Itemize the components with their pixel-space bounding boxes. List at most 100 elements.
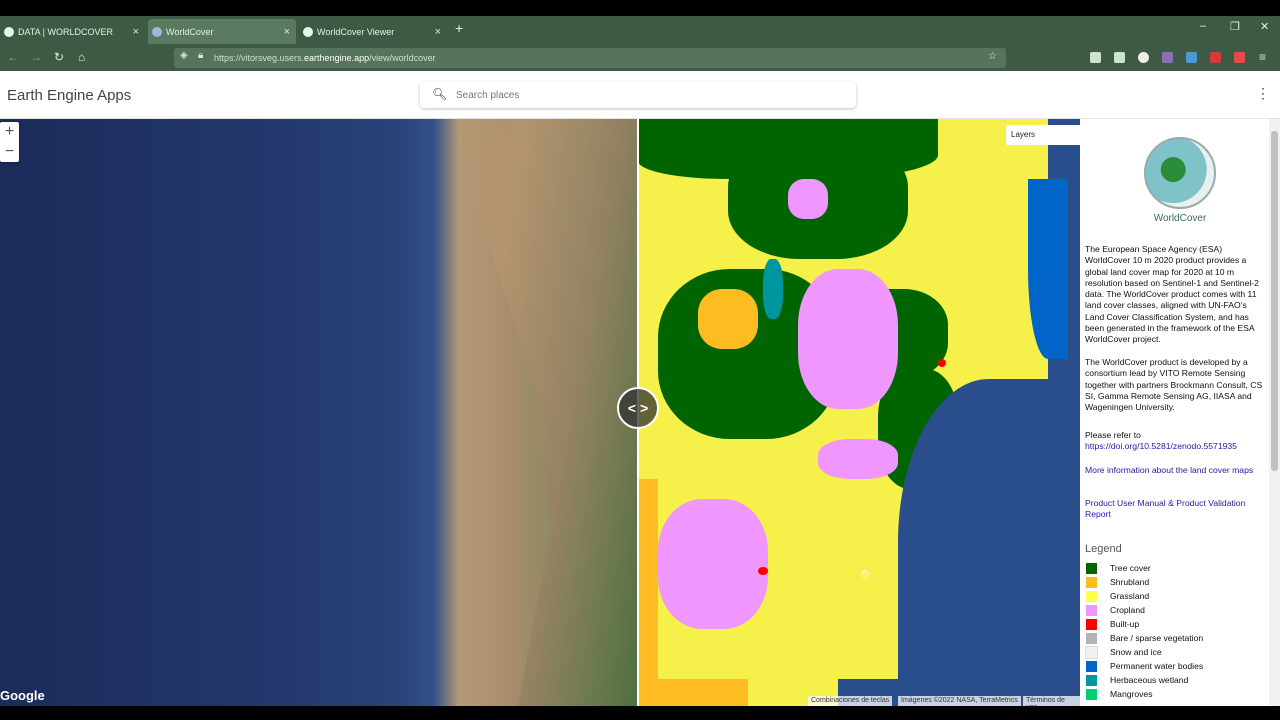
- description-paragraph-1: The European Space Agency (ESA) WorldCov…: [1085, 244, 1259, 345]
- legend-item: Herbaceous wetland: [1086, 674, 1188, 686]
- scrollbar-thumb[interactable]: [1271, 131, 1278, 471]
- legend-label: Permanent water bodies: [1110, 661, 1204, 671]
- pocket-icon[interactable]: [1090, 52, 1101, 63]
- extension-red-icon[interactable]: [1234, 52, 1245, 63]
- earth-engine-icon: [152, 26, 162, 37]
- split-handle[interactable]: < >: [617, 387, 659, 429]
- new-tab-button[interactable]: +: [455, 20, 463, 36]
- address-bar[interactable]: ◈ 🔒︎ https://vitorsveg.users. earthengin…: [174, 48, 1006, 68]
- search-icon: 🔍︎: [432, 87, 448, 101]
- more-info-link[interactable]: More information about the land cover ma…: [1085, 465, 1267, 476]
- doi-link[interactable]: https://doi.org/10.5281/zenodo.5571935: [1085, 441, 1267, 452]
- tab-worldcover[interactable]: WorldCover ×: [148, 19, 296, 44]
- extension-blue-icon[interactable]: [1186, 52, 1197, 63]
- adblock-icon[interactable]: [1210, 52, 1221, 63]
- tab-label: WorldCover: [166, 26, 214, 37]
- legend-swatch: [1086, 576, 1097, 588]
- extension-c-icon[interactable]: [1138, 52, 1149, 63]
- tab-data-worldcover[interactable]: DATA | WORLDCOVER ×: [0, 19, 145, 44]
- reload-icon[interactable]: ↻: [54, 50, 64, 64]
- worldcover-map-layer[interactable]: [638, 119, 1080, 706]
- bookmark-star-icon[interactable]: ☆: [988, 51, 997, 62]
- legend-item: Grassland: [1086, 590, 1149, 602]
- url-host: earthengine.app: [304, 53, 370, 63]
- close-icon[interactable]: ×: [435, 26, 441, 38]
- satellite-map-layer[interactable]: [0, 119, 650, 706]
- description-paragraph-2: The WorldCover product is developed by a…: [1085, 357, 1263, 413]
- panel-scrollbar[interactable]: [1269, 119, 1280, 706]
- legend-item: Bare / sparse vegetation: [1086, 632, 1203, 644]
- url-suffix: /view/worldcover: [369, 53, 436, 63]
- legend-label: Built-up: [1110, 619, 1140, 629]
- maximize-button[interactable]: ❐: [1230, 20, 1240, 33]
- refer-label: Please refer to: [1085, 430, 1141, 440]
- legend-swatch: [1086, 674, 1097, 686]
- legend-label: Herbaceous wetland: [1110, 675, 1189, 685]
- terms-of-use-link[interactable]: Términos de uso: [1023, 696, 1080, 706]
- legend-swatch: [1086, 604, 1097, 616]
- tab-label: WorldCover Viewer: [317, 26, 395, 37]
- legend-item: Cropland: [1086, 604, 1145, 616]
- tab-label: DATA | WORLDCOVER: [18, 26, 114, 37]
- legend-title: Legend: [1085, 543, 1122, 555]
- legend-swatch: [1086, 632, 1097, 644]
- legend-item: Built-up: [1086, 618, 1139, 630]
- screen-top-bar: [0, 0, 1280, 16]
- close-icon[interactable]: ×: [133, 26, 139, 38]
- forward-arrow-icon[interactable]: →: [30, 50, 42, 64]
- minimize-button[interactable]: –: [1200, 20, 1206, 32]
- imagery-attribution: Imágenes ©2022 NASA, TerraMetrics: [898, 696, 1021, 706]
- legend-item: Snow and ice: [1085, 645, 1162, 659]
- legend-swatch: [1086, 562, 1097, 574]
- legend-label: Bare / sparse vegetation: [1110, 633, 1204, 643]
- logo-text: WorldCover: [1153, 213, 1207, 224]
- legend-item: Permanent water bodies: [1086, 660, 1203, 672]
- legend-label: Shrubland: [1110, 577, 1150, 587]
- hamburger-menu-icon[interactable]: ≡: [1259, 50, 1266, 64]
- shield-icon[interactable]: ◈: [180, 50, 188, 61]
- screen-bottom-bar: [0, 706, 1280, 720]
- app-header: Earth Engine Apps 🔍︎ ⋮: [0, 71, 1280, 119]
- manual-link[interactable]: Product User Manual & Product Validation…: [1085, 498, 1267, 521]
- legend-label: Tree cover: [1110, 563, 1151, 573]
- google-logo: Google: [0, 688, 45, 703]
- more-vert-icon[interactable]: ⋮: [1256, 85, 1270, 102]
- zoom-control: + −: [0, 122, 19, 162]
- home-icon[interactable]: ⌂: [78, 50, 85, 64]
- browser-nav-bar: ← → ↻ ⌂ ◈ 🔒︎ https://vitorsveg.users. ea…: [0, 45, 1280, 71]
- legend-swatch: [1086, 590, 1097, 602]
- layers-button[interactable]: Layers: [1006, 125, 1080, 145]
- legend-item: Mangroves: [1086, 688, 1153, 700]
- keyboard-shortcuts-link[interactable]: Combinaciones de teclas: [808, 696, 893, 706]
- extension-purple-icon[interactable]: [1162, 52, 1173, 63]
- url-prefix: https://vitorsveg.users.: [214, 53, 305, 63]
- search-box: 🔍︎: [420, 82, 856, 108]
- lock-icon[interactable]: 🔒︎: [198, 50, 203, 61]
- tab-worldcover-viewer[interactable]: WorldCover Viewer ×: [299, 19, 447, 44]
- legend-swatch: [1085, 645, 1098, 659]
- browser-tab-strip: DATA | WORLDCOVER × WorldCover × WorldCo…: [0, 16, 1280, 45]
- back-arrow-icon[interactable]: ←: [7, 50, 19, 64]
- map-view[interactable]: < > + − Layers Google Combinaciones de t…: [0, 119, 1080, 706]
- legend-label: Cropland: [1110, 605, 1145, 615]
- legend-swatch: [1086, 618, 1097, 630]
- info-panel: WorldCover The European Space Agency (ES…: [1080, 119, 1280, 706]
- legend-item: Shrubland: [1086, 576, 1149, 588]
- library-icon[interactable]: [1114, 52, 1125, 63]
- legend-label: Snow and ice: [1110, 647, 1162, 657]
- legend-swatch: [1086, 688, 1097, 700]
- legend-swatch: [1086, 660, 1097, 672]
- legend-item: Tree cover: [1086, 562, 1151, 574]
- hand-cursor-icon: ✋︎: [862, 567, 869, 581]
- legend-label: Mangroves: [1110, 689, 1153, 699]
- close-icon[interactable]: ×: [284, 26, 290, 38]
- worldcover-logo: [1144, 137, 1216, 209]
- app-title: Earth Engine Apps: [7, 87, 132, 104]
- zoom-out-button[interactable]: −: [0, 142, 19, 162]
- legend-label: Grassland: [1110, 591, 1150, 601]
- search-input[interactable]: [456, 86, 836, 104]
- close-window-button[interactable]: ✕: [1260, 20, 1269, 33]
- globe-icon: [4, 26, 14, 37]
- zoom-in-button[interactable]: +: [0, 122, 19, 142]
- globe-icon: [303, 26, 313, 37]
